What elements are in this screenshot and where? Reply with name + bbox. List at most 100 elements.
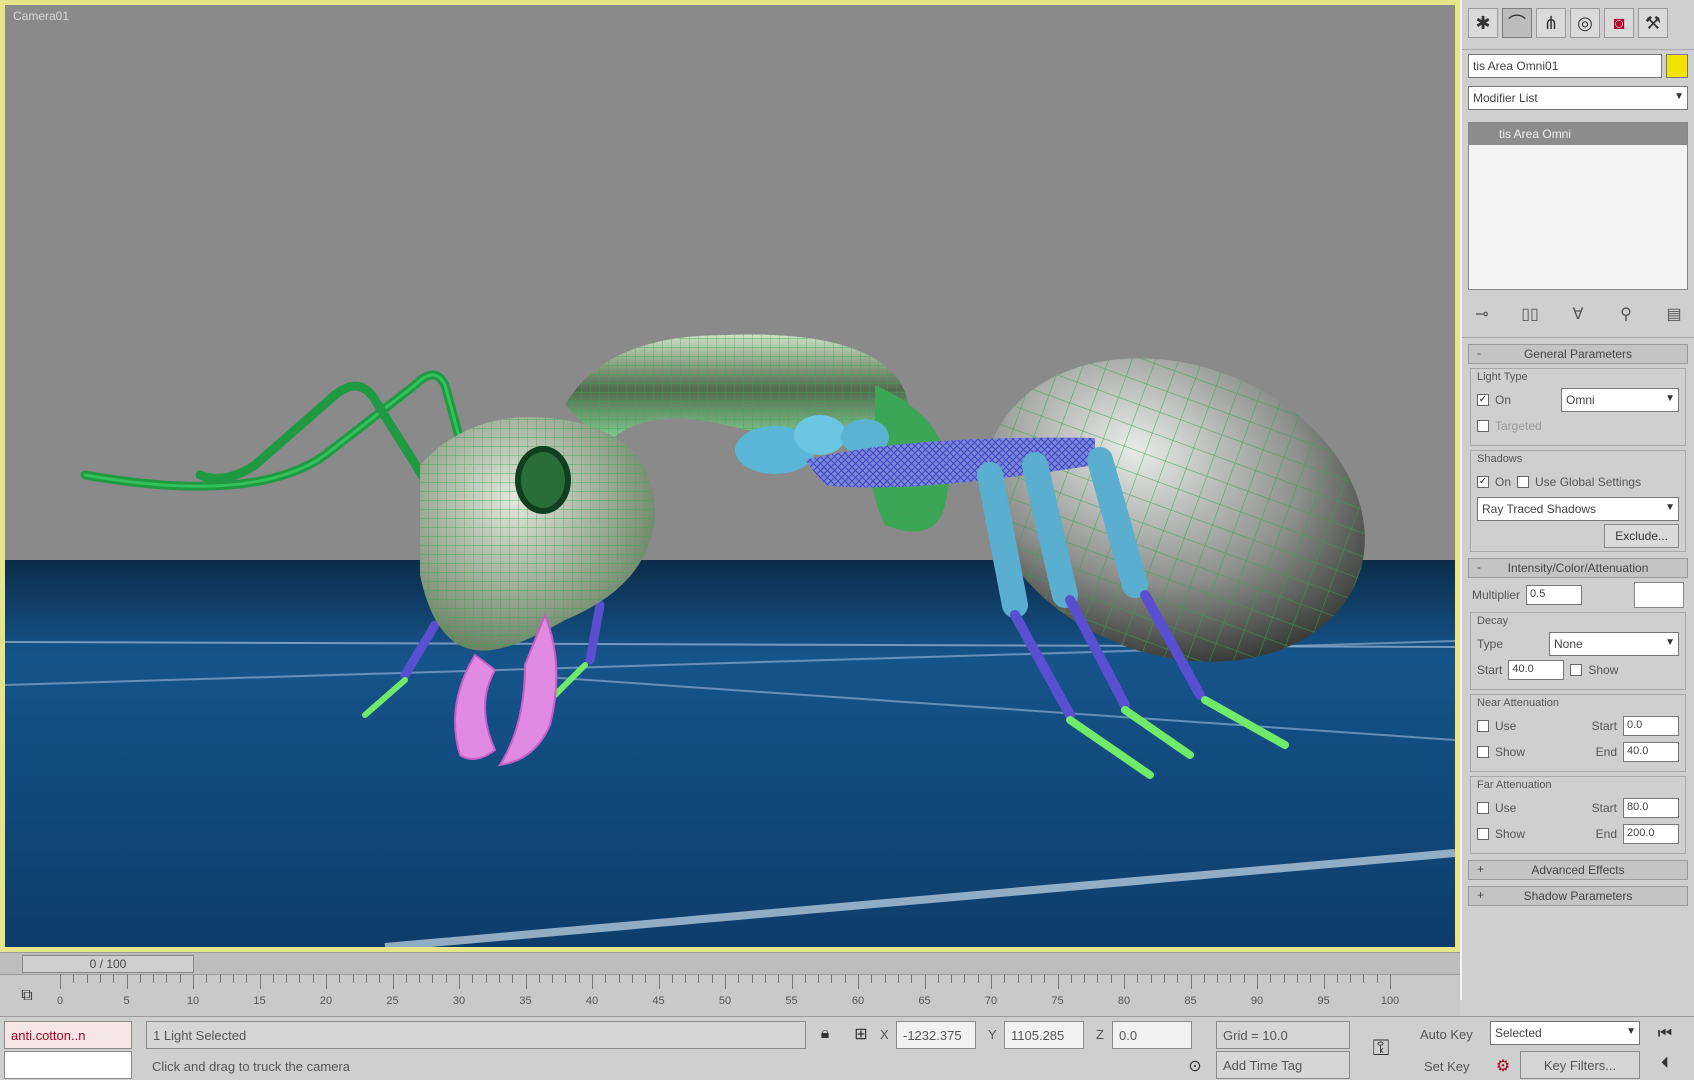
viewport-label[interactable]: Camera01	[13, 9, 69, 23]
near-show-checkbox[interactable]	[1477, 746, 1489, 758]
previous-frame-icon[interactable]: ⏴	[1652, 1051, 1678, 1077]
remove-modifier-icon[interactable]: ⚲	[1614, 304, 1638, 328]
far-attenuation-group: Far Attenuation Use Start 80.0 Show End …	[1470, 776, 1686, 854]
key-filters-button[interactable]: Key Filters...	[1520, 1051, 1640, 1079]
timeline-tick	[884, 975, 886, 983]
timeline-tick	[1376, 975, 1378, 983]
near-use-checkbox[interactable]	[1477, 720, 1489, 732]
targeted-checkbox[interactable]	[1477, 420, 1489, 432]
timeline-tick	[1097, 975, 1099, 983]
timeline-tick	[1270, 975, 1272, 983]
x-coordinate-field[interactable]: -1232.375	[896, 1021, 976, 1049]
timeline-tick	[1296, 975, 1298, 983]
timeline-tick	[1336, 975, 1338, 983]
add-time-tag-button[interactable]: Add Time Tag	[1216, 1051, 1350, 1079]
selection-status: 1 Light Selected	[146, 1021, 806, 1049]
near-start-spinner[interactable]: 0.0	[1623, 716, 1679, 736]
time-slider[interactable]: 0 / 100	[0, 952, 1460, 974]
z-coordinate-field[interactable]: 0.0	[1112, 1021, 1192, 1049]
timeline-tick	[764, 975, 766, 983]
timeline-tick	[166, 975, 168, 983]
far-show-checkbox[interactable]	[1477, 828, 1489, 840]
light-type-dropdown[interactable]: Omni	[1561, 388, 1679, 412]
go-to-start-icon[interactable]: ⏮	[1652, 1021, 1678, 1047]
near-end-spinner[interactable]: 40.0	[1623, 742, 1679, 762]
shadow-parameters-rollout[interactable]: + Shadow Parameters	[1468, 886, 1688, 906]
timeline-tick	[206, 975, 208, 983]
timeline-tick	[232, 975, 234, 983]
far-use-checkbox[interactable]	[1477, 802, 1489, 814]
multiplier-spinner[interactable]: 0.5	[1526, 585, 1583, 605]
timeline-tick	[219, 975, 221, 983]
create-tab-icon[interactable]: ✱	[1468, 8, 1498, 38]
timeline-tick-label: 60	[851, 995, 865, 1007]
shadow-type-dropdown[interactable]: Ray Traced Shadows	[1477, 497, 1679, 521]
decay-type-dropdown[interactable]: None	[1549, 632, 1679, 656]
set-key-button[interactable]: Set Key	[1424, 1059, 1470, 1074]
timeline-tick-label: 50	[718, 995, 732, 1007]
stack-tools: ⊸ ▯▯ ∀ ⚲ ▤	[1462, 298, 1694, 338]
far-end-spinner[interactable]: 200.0	[1623, 824, 1679, 844]
time-tag-icon[interactable]: ⊙	[1182, 1053, 1208, 1079]
modifier-stack[interactable]: tis Area Omni	[1468, 122, 1688, 290]
camera-viewport[interactable]: Camera01	[0, 0, 1460, 952]
maxscript-listener-field[interactable]: anti.cotton..n	[4, 1021, 132, 1049]
timeline-tick-label: 30	[452, 995, 466, 1007]
utilities-tab-icon[interactable]: ⚒	[1638, 8, 1668, 38]
show-end-result-icon[interactable]: ▯▯	[1518, 304, 1542, 328]
key-filter-icon[interactable]: ⚙	[1490, 1053, 1516, 1079]
pin-stack-icon[interactable]: ⊸	[1470, 304, 1494, 328]
decay-start-spinner[interactable]: 40.0	[1508, 660, 1565, 680]
decay-show-checkbox[interactable]	[1570, 664, 1583, 676]
time-slider-thumb[interactable]: 0 / 100	[22, 955, 194, 973]
key-icon[interactable]: ⚿	[1368, 1035, 1394, 1061]
lock-selection-icon[interactable]: 🔒︎	[812, 1021, 838, 1047]
absolute-mode-icon[interactable]: ⊞	[848, 1021, 874, 1047]
light-color-swatch[interactable]	[1634, 582, 1684, 608]
hierarchy-tab-icon[interactable]: ⋔	[1536, 8, 1566, 38]
object-color-swatch[interactable]	[1666, 54, 1688, 78]
timeline-tick	[326, 975, 327, 989]
timeline-tick	[339, 975, 341, 983]
use-global-settings-checkbox[interactable]	[1517, 476, 1530, 488]
light-type-group: Light Type ✓ On Omni Targeted	[1470, 368, 1686, 446]
timeline-tick	[1230, 975, 1232, 983]
intensity-rollout[interactable]: - Intensity/Color/Attenuation	[1468, 558, 1688, 578]
max-application: Camera01 ✱ ⌒ ⋔ ◎ ◙ ⚒ tis Area Omni01 Mod…	[0, 0, 1694, 1080]
timeline-tick-label: 95	[1317, 995, 1330, 1007]
exclude-button[interactable]: Exclude...	[1604, 524, 1679, 548]
object-name-field[interactable]: tis Area Omni01	[1468, 54, 1662, 78]
modifier-list-dropdown[interactable]: Modifier List	[1468, 86, 1688, 110]
display-tab-icon[interactable]: ◙	[1604, 8, 1634, 38]
key-mode-dropdown[interactable]: Selected	[1490, 1021, 1640, 1045]
configure-sets-icon[interactable]: ▤	[1662, 304, 1686, 328]
timeline-tick	[871, 975, 873, 983]
timeline-tick	[445, 975, 447, 983]
far-start-spinner[interactable]: 80.0	[1623, 798, 1679, 818]
auto-key-button[interactable]: Auto Key	[1420, 1027, 1473, 1042]
make-unique-icon[interactable]: ∀	[1566, 304, 1590, 328]
motion-tab-icon[interactable]: ◎	[1570, 8, 1600, 38]
timeline-tick	[858, 975, 859, 989]
advanced-effects-rollout[interactable]: + Advanced Effects	[1468, 860, 1688, 880]
maxscript-input-field[interactable]	[4, 1051, 132, 1079]
modify-tab-icon[interactable]: ⌒	[1502, 8, 1532, 38]
timeline-tick	[392, 975, 394, 989]
timeline-tick	[592, 975, 593, 989]
timeline-tick	[379, 975, 381, 983]
stack-item[interactable]: tis Area Omni	[1469, 123, 1687, 145]
timeline-tick	[193, 975, 194, 989]
timeline-tick	[751, 975, 753, 983]
track-bar[interactable]: ⧉ 0 5 10 15 20 25 30 35 40 45 50 55 60 65 70 75 80 85 90 95…	[0, 974, 1460, 1016]
timeline-tick	[246, 975, 248, 983]
timeline-tick-label: 25	[386, 995, 399, 1007]
shadows-on-checkbox[interactable]: ✓	[1477, 476, 1489, 488]
timeline-tick	[738, 975, 740, 983]
viewport-scene[interactable]	[5, 5, 1455, 947]
curve-editor-icon[interactable]: ⧉	[14, 983, 40, 1009]
timeline-tick	[552, 975, 554, 983]
general-parameters-rollout[interactable]: - General Parameters	[1468, 344, 1688, 364]
light-on-checkbox[interactable]: ✓	[1477, 394, 1489, 406]
y-coordinate-field[interactable]: 1105.285	[1004, 1021, 1084, 1049]
timeline-tick-label: 85	[1184, 995, 1197, 1007]
